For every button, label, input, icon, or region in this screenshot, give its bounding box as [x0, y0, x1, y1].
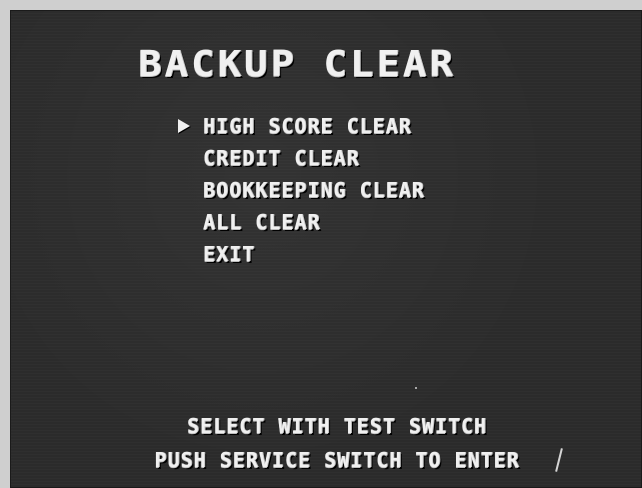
menu-item-label: BOOKKEEPING CLEAR	[203, 178, 425, 202]
menu-item-label: EXIT	[203, 242, 256, 266]
menu-item-exit[interactable]: EXIT	[170, 240, 425, 272]
menu-item-label: CREDIT CLEAR	[203, 146, 360, 170]
menu-item-label: HIGH SCORE CLEAR	[203, 114, 412, 138]
crt-screen: BACKUP CLEAR HIGH SCORE CLEAR CREDIT CLE…	[10, 10, 642, 488]
menu-item-credit-clear[interactable]: CREDIT CLEAR	[170, 144, 425, 176]
screen-speck	[415, 387, 417, 389]
photo-frame: BACKUP CLEAR HIGH SCORE CLEAR CREDIT CLE…	[0, 0, 642, 488]
right-triangle-icon	[178, 119, 190, 133]
backup-clear-menu: HIGH SCORE CLEAR CREDIT CLEAR BOOKKEEPIN…	[170, 112, 425, 272]
menu-item-high-score-clear[interactable]: HIGH SCORE CLEAR	[170, 112, 425, 144]
menu-item-all-clear[interactable]: ALL CLEAR	[170, 208, 425, 240]
instruction-enter: PUSH SERVICE SWITCH TO ENTER	[154, 448, 520, 472]
menu-item-label: ALL CLEAR	[203, 210, 321, 234]
menu-item-bookkeeping-clear[interactable]: BOOKKEEPING CLEAR	[170, 176, 425, 208]
instruction-select: SELECT WITH TEST SWITCH	[187, 414, 487, 438]
page-title: BACKUP CLEAR	[138, 44, 456, 86]
